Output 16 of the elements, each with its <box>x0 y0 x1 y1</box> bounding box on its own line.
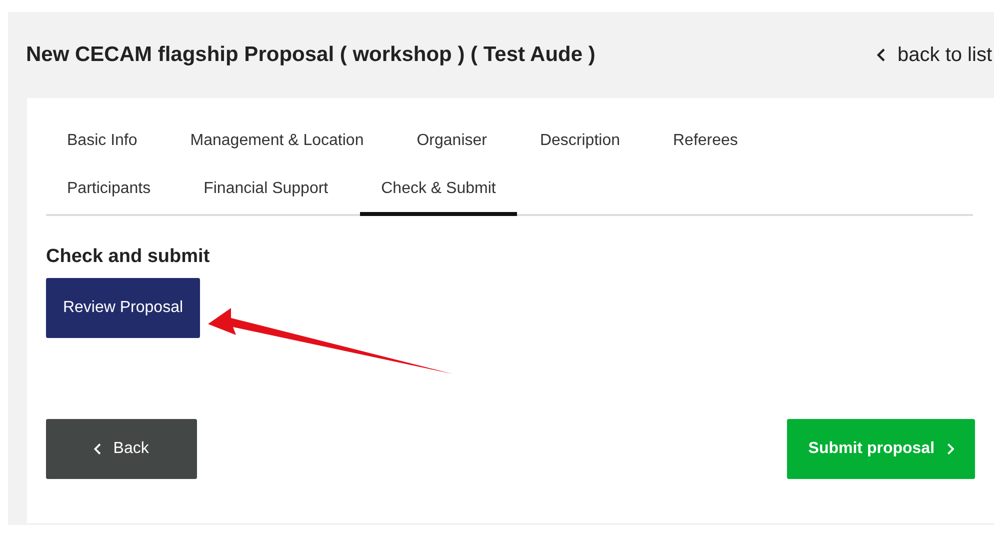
tab[interactable]: Organiser <box>396 118 508 168</box>
tab[interactable]: Referees <box>652 118 759 168</box>
review-proposal-button[interactable]: Review Proposal <box>46 278 200 338</box>
tab[interactable]: Basic Info <box>46 118 158 168</box>
back-to-list-link[interactable]: back to list <box>877 44 992 66</box>
back-button[interactable]: Back <box>46 419 197 479</box>
tab[interactable]: Description <box>518 118 641 168</box>
section-heading: Check and submit <box>46 246 211 268</box>
page-title: New CECAM flagship Proposal ( workshop ) ( Test Aude ) <box>26 43 596 67</box>
tab[interactable]: Check & Submit <box>360 166 517 216</box>
chevron-left-icon <box>877 48 886 62</box>
tab[interactable]: Management & Location <box>169 118 385 168</box>
tab[interactable]: Financial Support <box>182 166 350 216</box>
chevron-left-icon <box>94 443 102 455</box>
tab[interactable]: Participants <box>46 166 172 216</box>
chevron-right-icon <box>946 443 954 455</box>
